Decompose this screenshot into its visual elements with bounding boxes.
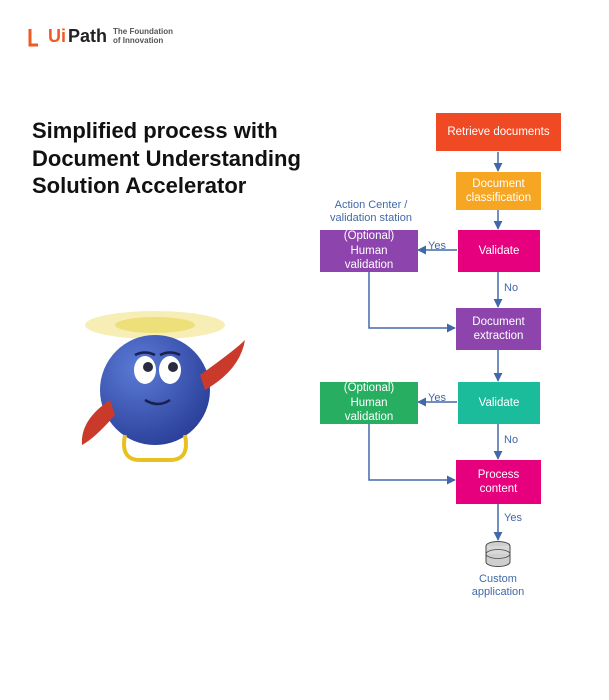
logo-tagline-line2: of Innovation [113, 37, 173, 46]
box-validate-1: Validate [458, 230, 540, 272]
page-title: Simplified process with Document Underst… [32, 117, 312, 200]
box-human-validation-2: (Optional) Human validation [320, 382, 418, 424]
label-no-1: No [504, 282, 518, 295]
logo-path: Path [68, 26, 107, 47]
box-process-content: Process content [456, 460, 541, 504]
label-yes-1: Yes [428, 240, 446, 253]
logo: Ui Path The Foundation of Innovation [28, 26, 173, 47]
label-no-2: No [504, 434, 518, 447]
mascot-illustration [70, 290, 270, 490]
logo-mark: Ui Path [28, 26, 107, 47]
label-custom-application: Custom application [470, 573, 526, 599]
box-document-extraction: Document extraction [456, 308, 541, 350]
label-yes-2: Yes [428, 392, 446, 405]
database-icon [482, 540, 514, 570]
custom-application: Custom application [470, 540, 526, 599]
box-retrieve-documents: Retrieve documents [436, 113, 561, 151]
label-action-center: Action Center / validation station [326, 199, 416, 225]
logo-ui: Ui [48, 26, 66, 47]
box-document-classification: Document classification [456, 172, 541, 210]
logo-bracket-icon [28, 27, 48, 47]
label-yes-3: Yes [504, 512, 522, 525]
box-validate-2: Validate [458, 382, 540, 424]
logo-tagline: The Foundation of Innovation [113, 28, 173, 46]
box-human-validation-1: (Optional) Human validation [320, 230, 418, 272]
